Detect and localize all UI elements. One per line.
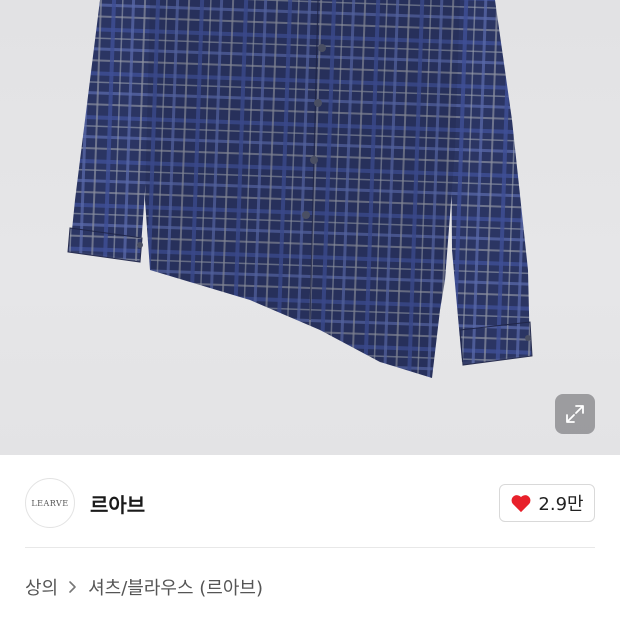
expand-arrows-icon: [566, 405, 584, 423]
divider: [25, 547, 595, 548]
product-image[interactable]: [0, 0, 620, 455]
seller-logo[interactable]: LEARVE: [25, 478, 75, 528]
seller-row: LEARVE 르아브 2.9만: [0, 470, 620, 536]
breadcrumb: 상의 셔츠/블라우스 (르아브): [25, 574, 263, 600]
heart-icon: [511, 495, 531, 513]
like-count: 2.9만: [538, 494, 584, 515]
plaid-shirt-image: [67, 0, 533, 378]
like-button[interactable]: 2.9만: [499, 484, 595, 522]
expand-image-button[interactable]: [555, 394, 595, 434]
chevron-right-icon: [68, 580, 78, 594]
seller-logo-text: LEARVE: [31, 498, 69, 508]
breadcrumb-item-shirts[interactable]: 셔츠/블라우스 (르아브): [88, 574, 263, 600]
breadcrumb-item-top[interactable]: 상의: [25, 574, 58, 600]
seller-name[interactable]: 르아브: [90, 489, 145, 518]
